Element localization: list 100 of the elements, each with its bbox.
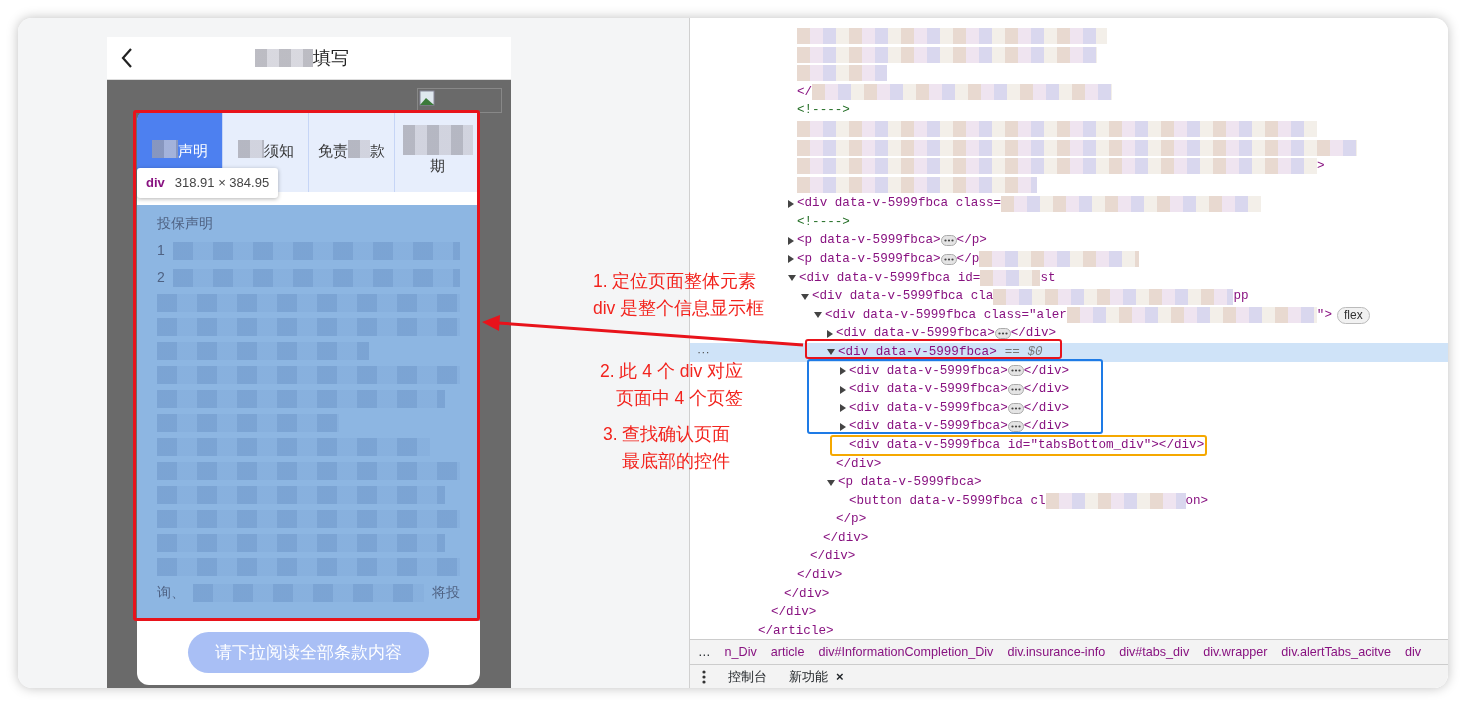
layout-badge[interactable]: flex <box>1336 306 1370 324</box>
code-text: <p data-v-5999fbca> <box>838 474 982 492</box>
code-text: <div data-v-5999fbca cla <box>812 288 994 306</box>
code-text: <div data-v-5999fbca class= <box>797 195 1002 213</box>
code-text: </div> <box>836 455 882 473</box>
code-text: </div> <box>1023 381 1070 399</box>
drawer-tab[interactable]: 新功能 <box>789 666 828 687</box>
dom-node-row[interactable]: <div data-v-5999fbca> </div> <box>840 380 1448 399</box>
dom-node-row[interactable]: <div data-v-5999fbca class="aler "> flex <box>814 305 1448 325</box>
code-text: </div> <box>1023 418 1070 436</box>
breadcrumb-item[interactable]: div#tabs_div <box>1119 642 1190 662</box>
ellipsis-icon[interactable] <box>940 253 957 265</box>
breadcrumb-item[interactable]: n_Div <box>724 642 757 662</box>
dom-node-row[interactable]: <div data-v-5999fbca> </div> <box>827 324 1448 344</box>
breadcrumb-item[interactable]: div <box>1405 642 1422 662</box>
triangle-icon[interactable] <box>788 275 796 281</box>
console-reference-text: == $0 <box>1004 343 1043 361</box>
overflow-text[interactable]: … <box>698 642 711 662</box>
list-number: 1 <box>157 241 165 260</box>
close-button[interactable]: × <box>836 666 844 687</box>
code-text: <div data-v-5999fbca> <box>849 399 1008 417</box>
code-text: <div data-v-5999fbca> <box>849 381 1008 399</box>
code-text: </div> <box>1023 399 1070 417</box>
ellipsis-icon[interactable] <box>940 235 957 247</box>
dom-node-row[interactable]: <div data-v-5999fbca> </div> <box>840 361 1448 381</box>
dom-node-row[interactable]: <!----> <box>788 212 1448 232</box>
code-text: </article> <box>758 622 834 639</box>
tab[interactable]: 期 <box>394 110 480 192</box>
code-text: "> <box>1316 306 1332 324</box>
dom-node-row[interactable]: <div data-v-5999fbca id= st <box>788 268 1448 288</box>
triangle-icon[interactable] <box>840 367 846 375</box>
dom-node-row[interactable]: ··· <div data-v-5999fbca> == $0 <box>690 343 1448 362</box>
dom-node-row[interactable]: > <box>788 157 1448 176</box>
code-text: pp <box>1233 288 1249 306</box>
dom-node-row[interactable]: <p data-v-5999fbca> <box>827 473 1448 492</box>
back-icon[interactable] <box>121 48 133 68</box>
triangle-icon[interactable] <box>801 293 809 300</box>
code-text: </p <box>956 251 980 268</box>
dom-node-row[interactable]: <!----> <box>788 101 1448 120</box>
ellipsis-icon[interactable] <box>1007 365 1024 377</box>
triangle-icon[interactable] <box>840 404 846 413</box>
content-heading: 投保声明 <box>157 214 214 233</box>
triangle-icon[interactable] <box>827 479 835 486</box>
drawer-tab[interactable]: 控制台 <box>728 666 767 687</box>
blurred-text <box>348 139 370 158</box>
code-text: </div> <box>784 585 830 603</box>
triangle-icon[interactable] <box>788 236 794 245</box>
menu-icon[interactable] <box>702 669 706 684</box>
dom-node-row[interactable]: <div data-v-5999fbca cla pp <box>801 287 1448 306</box>
code-text: </div> <box>797 567 843 585</box>
dom-node-row[interactable]: <div data-v-5999fbca> </div> <box>840 417 1448 437</box>
more-options-text[interactable]: ··· <box>697 342 710 362</box>
code-text: <p data-v-5999fbca> <box>797 232 941 250</box>
triangle-icon[interactable] <box>840 385 846 394</box>
dom-node-row[interactable]: </ <box>788 82 1448 102</box>
dom-node-row[interactable]: <div data-v-5999fbca id="tabsBottom_div"></div> <box>840 436 1448 455</box>
code-text: <div data-v-5999fbca class="aler <box>825 306 1067 324</box>
code-text: </p> <box>956 232 987 250</box>
breadcrumb-item[interactable]: div.alertTabs_acitve <box>1281 642 1392 662</box>
breadcrumb-item[interactable]: div.insurance-info <box>1007 642 1106 662</box>
triangle-icon[interactable] <box>814 312 822 319</box>
dom-node-row[interactable]: <p data-v-5999fbca> </p <box>788 250 1448 269</box>
dom-node-row[interactable]: <div data-v-5999fbca class= <box>788 194 1448 213</box>
code-text: </div> <box>810 548 856 566</box>
triangle-icon[interactable] <box>827 349 835 356</box>
dom-node-row[interactable]: <div data-v-5999fbca> </div> <box>840 398 1448 418</box>
ellipsis-icon[interactable] <box>1007 421 1024 433</box>
code-text: <p data-v-5999fbca> <box>797 251 941 268</box>
dom-node-row[interactable]: <button data-v-5999fbca cl on> <box>840 491 1448 511</box>
code-text: > <box>1317 158 1325 175</box>
code-text: </p> <box>836 511 867 529</box>
annotation-text: 2. 此 4 个 div 对应 页面中 4 个页签 <box>600 360 743 410</box>
breadcrumb-item[interactable]: article <box>770 642 805 662</box>
page-title: 填写 <box>313 46 349 70</box>
text-fragment: 将投 <box>432 583 460 602</box>
code-text: </div> <box>1023 362 1070 380</box>
code-text: <div data-v-5999fbca> <box>836 325 995 343</box>
triangle-icon[interactable] <box>840 422 846 431</box>
tab[interactable]: 免责 款 <box>308 110 394 192</box>
list-number: 2 <box>157 268 165 287</box>
tag-name-text: div <box>146 174 165 192</box>
dom-node-row[interactable]: <p data-v-5999fbca> </p> <box>788 231 1448 251</box>
code-text: <button data-v-5999fbca cl <box>849 492 1046 510</box>
triangle-icon[interactable] <box>788 199 794 208</box>
blurred-text <box>151 139 178 158</box>
ellipsis-icon[interactable] <box>994 328 1011 340</box>
triangle-icon[interactable] <box>788 255 794 264</box>
broken-image-icon <box>419 90 435 106</box>
blurred-text <box>237 139 264 158</box>
breadcrumb-item[interactable]: div#InformationCompletion_Div <box>818 642 994 662</box>
code-text: </div> <box>823 529 869 547</box>
annotation-text: 1. 定位页面整体元素 div 是整个信息显示框 <box>593 270 765 320</box>
triangle-icon[interactable] <box>827 329 833 338</box>
code-text: <div data-v-5999fbca> <box>838 343 997 361</box>
blurred-text <box>402 124 473 155</box>
blurred-text <box>255 49 313 67</box>
text-fragment: 询、 <box>157 583 185 602</box>
ellipsis-icon[interactable] <box>1007 402 1024 414</box>
breadcrumb-item[interactable]: div.wrapper <box>1203 642 1268 662</box>
ellipsis-icon[interactable] <box>1007 384 1024 396</box>
